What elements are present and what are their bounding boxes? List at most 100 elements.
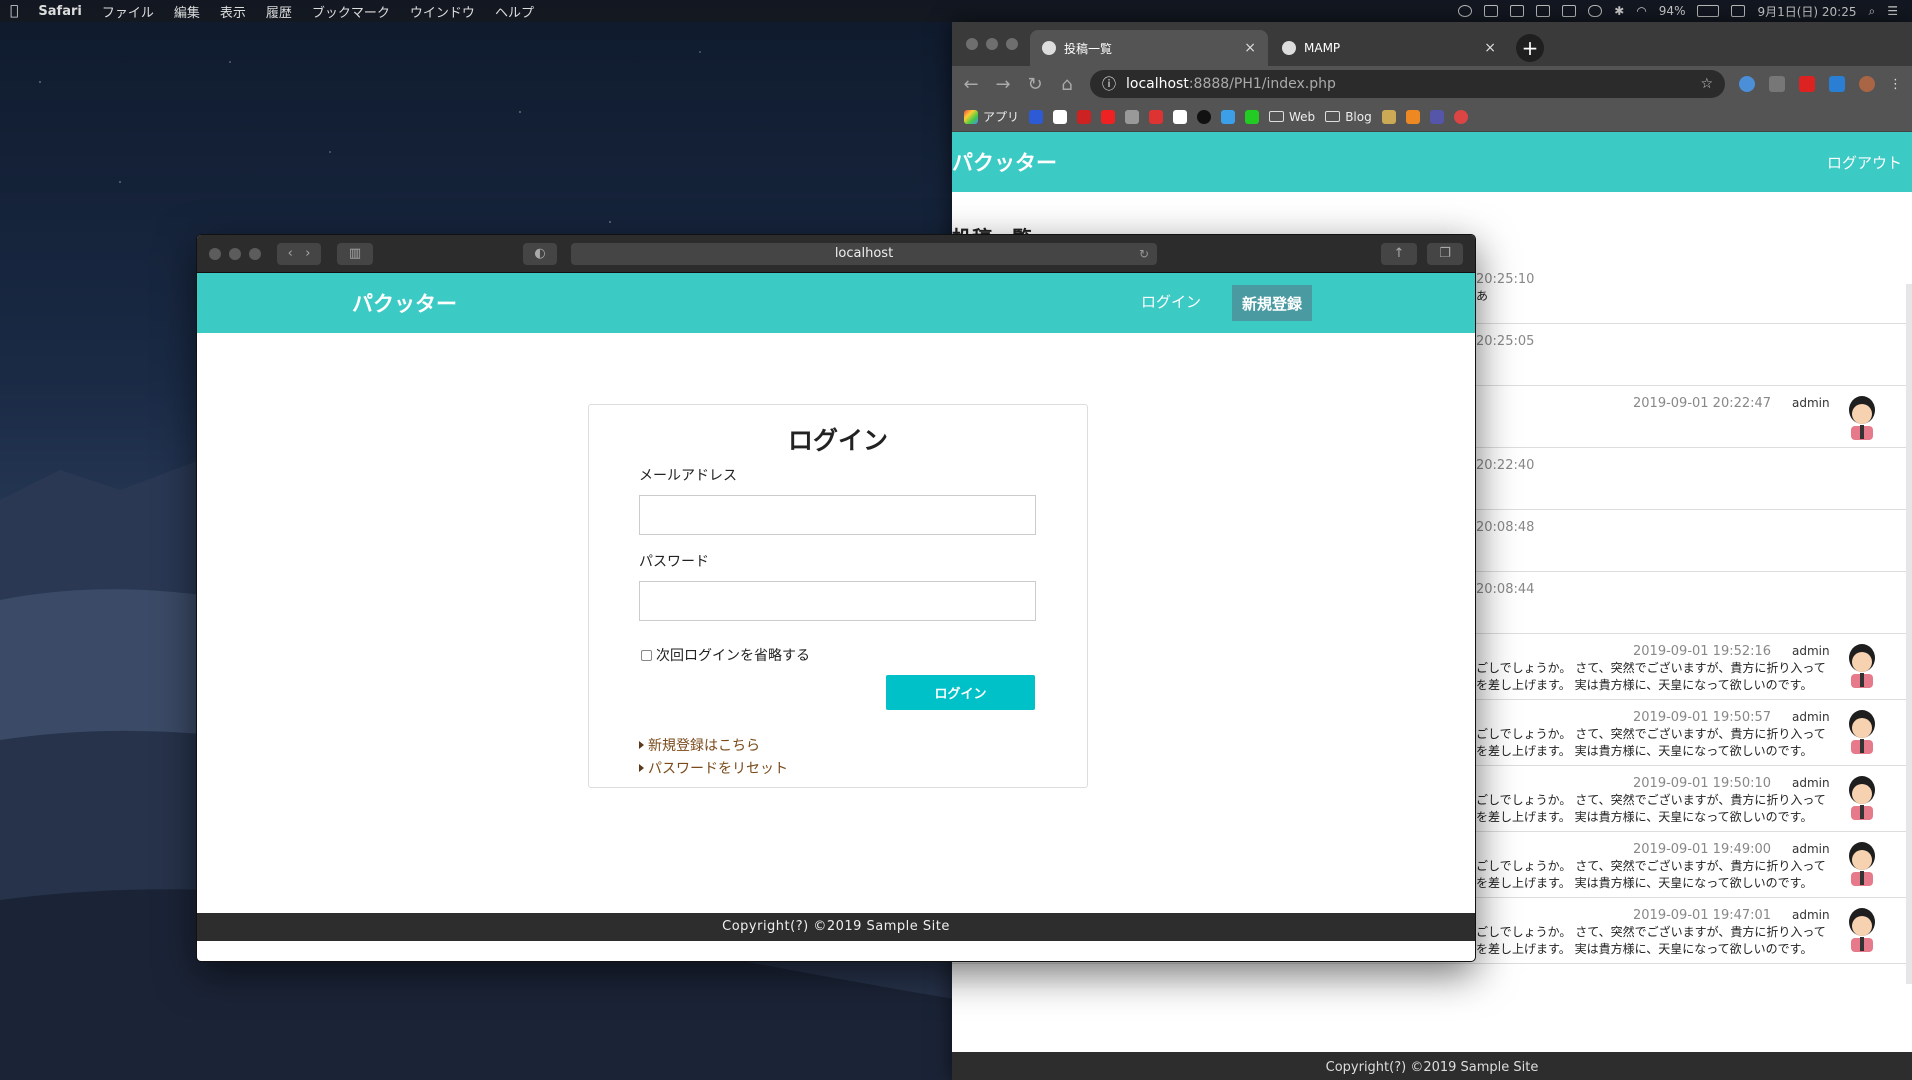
home-icon[interactable]: ⌂ (1058, 74, 1076, 95)
reload-icon[interactable]: ↻ (1026, 74, 1044, 95)
bookmarks-bar: アプリ Web Blog (952, 102, 1912, 132)
notification-center-icon[interactable]: ☰ (1887, 4, 1898, 18)
password-field[interactable] (639, 581, 1036, 621)
minimize-window-button[interactable] (229, 247, 241, 260)
site-logo[interactable]: パクッター (352, 288, 457, 318)
tab-label: MAMP (1304, 41, 1341, 55)
signup-link-label[interactable]: 新規登録はこちら (648, 735, 760, 755)
menubar-clock[interactable]: 9月1日(日) 20:25 (1757, 3, 1856, 20)
tab-mamp[interactable]: MAMP × (1270, 30, 1508, 66)
profile-avatar-icon[interactable] (1859, 76, 1875, 92)
record-icon[interactable] (1458, 5, 1473, 17)
bookmark-apps[interactable]: アプリ (964, 108, 1019, 125)
window-icon[interactable] (1536, 5, 1551, 17)
site-logo[interactable]: パクッター (952, 147, 1057, 177)
nav-login-link[interactable]: ログイン (1141, 291, 1201, 312)
menu-help[interactable]: ヘルプ (485, 2, 544, 21)
avatar (1849, 842, 1875, 886)
battery-icon[interactable] (1697, 5, 1720, 17)
page-body: ログイン メールアドレス パスワード 次回ログインを省略する ログイン 新規登録… (197, 333, 1475, 941)
safari-address-bar[interactable]: localhost ↻ (571, 242, 1157, 265)
bookmark-star-icon[interactable]: ☆ (1700, 76, 1713, 92)
nav-signup-button[interactable]: 新規登録 (1232, 285, 1312, 321)
bookmark-site-icon[interactable] (1453, 109, 1468, 124)
new-tab-button[interactable]: + (1516, 34, 1544, 62)
menu-window[interactable]: ウインドウ (400, 2, 485, 21)
bluetooth-icon[interactable]: ✱ (1614, 4, 1624, 18)
bookmark-youtube-icon[interactable] (1101, 109, 1116, 124)
back-chevron-icon[interactable]: ‹ (288, 246, 293, 261)
sidebar-button[interactable]: ▥ (337, 242, 373, 265)
bookmark-shield-icon[interactable] (1029, 109, 1044, 124)
download-icon[interactable] (1829, 76, 1845, 92)
bookmark-gmail-icon[interactable] (1173, 109, 1188, 124)
apple-icon[interactable]:  (0, 3, 28, 19)
extension-red-icon[interactable] (1799, 76, 1815, 92)
tab-posts[interactable]: 投稿一覧 × (1030, 30, 1268, 66)
post-message: ごしでしょうか。 さて、突然でございますが、貴方に折り入って (1476, 925, 1826, 939)
battery-percent[interactable]: 94% (1659, 4, 1686, 18)
remember-me-label[interactable]: 次回ログインを省略する (656, 645, 810, 665)
input-method-icon[interactable] (1731, 5, 1746, 17)
bookmark-site-icon[interactable] (1381, 109, 1396, 124)
bookmark-site-icon[interactable] (1245, 109, 1260, 124)
login-submit-button[interactable]: ログイン (886, 675, 1035, 710)
address-bar[interactable]: ⓘ localhost:8888/PH1/index.php ☆ (1090, 70, 1725, 98)
clipboard-icon[interactable] (1562, 5, 1577, 17)
chrome-scrollbar[interactable] (1906, 284, 1912, 984)
bookmark-amazon-icon[interactable] (1053, 109, 1068, 124)
safari-window-controls (209, 247, 261, 260)
extension-blue-icon[interactable] (1739, 76, 1755, 92)
bookmark-folder-web[interactable]: Web (1269, 110, 1315, 124)
back-arrow-icon[interactable]: ← (962, 74, 980, 95)
menu-view[interactable]: 表示 (210, 2, 256, 21)
close-tab-icon[interactable]: × (1244, 40, 1256, 56)
bookmark-twitter-icon[interactable] (1221, 109, 1236, 124)
privacy-button[interactable]: ◐ (523, 242, 557, 265)
tabs-overview-button[interactable]: ❐ (1427, 242, 1463, 265)
screen-icon[interactable] (1484, 5, 1499, 17)
forward-arrow-icon[interactable]: → (994, 74, 1012, 95)
menu-history[interactable]: 履歴 (256, 2, 302, 21)
wifi-icon[interactable]: ◠ (1636, 4, 1646, 18)
menu-file[interactable]: ファイル (92, 2, 164, 21)
bookmark-site-icon[interactable] (1149, 109, 1164, 124)
bookmark-site-icon[interactable] (1429, 109, 1444, 124)
bookmark-yahoo-icon[interactable] (1077, 109, 1092, 124)
spotlight-icon[interactable]: ⌕ (1869, 4, 1876, 19)
reset-password-link[interactable]: パスワードをリセット (639, 758, 788, 778)
dropbox-icon[interactable] (1510, 5, 1525, 17)
reload-icon[interactable]: ↻ (1139, 247, 1149, 261)
chrome-site-header: パクッター ログアウト (952, 132, 1912, 192)
remember-me-checkbox[interactable] (641, 649, 652, 661)
bookmark-github-icon[interactable] (1197, 109, 1212, 124)
back-forward-buttons[interactable]: ‹ › (277, 242, 321, 265)
chrome-menu-icon[interactable]: ⋮ (1889, 77, 1902, 92)
menu-bookmarks[interactable]: ブックマーク (302, 2, 400, 21)
info-icon[interactable]: ⓘ (1102, 74, 1116, 94)
zoom-window-button[interactable] (249, 247, 261, 260)
close-window-button[interactable] (966, 38, 978, 50)
zoom-window-button[interactable] (1006, 38, 1018, 50)
close-tab-icon[interactable]: × (1484, 40, 1496, 56)
logout-link[interactable]: ログアウト (1827, 152, 1902, 173)
menu-app-name[interactable]: Safari (28, 4, 91, 19)
close-window-button[interactable] (209, 247, 221, 260)
avatar (1849, 644, 1875, 688)
email-field[interactable] (639, 495, 1036, 535)
apps-grid-icon (964, 109, 978, 124)
forward-chevron-icon[interactable]: › (305, 246, 310, 261)
share-button[interactable]: ↑ (1381, 242, 1417, 265)
extension-gray-icon[interactable] (1769, 76, 1785, 92)
bookmark-site-icon[interactable] (1405, 109, 1420, 124)
signup-link[interactable]: 新規登録はこちら (639, 735, 760, 755)
minimize-window-button[interactable] (986, 38, 998, 50)
bookmark-site-icon[interactable] (1125, 109, 1140, 124)
cloud-icon[interactable] (1588, 5, 1603, 17)
site-header: パクッター ログイン 新規登録 (197, 273, 1475, 333)
remember-me-row[interactable]: 次回ログインを省略する (641, 645, 810, 665)
menu-edit[interactable]: 編集 (164, 2, 210, 21)
tabs-icon: ❐ (1439, 246, 1451, 261)
bookmark-folder-blog[interactable]: Blog (1325, 110, 1372, 124)
reset-password-link-label[interactable]: パスワードをリセット (648, 758, 788, 778)
